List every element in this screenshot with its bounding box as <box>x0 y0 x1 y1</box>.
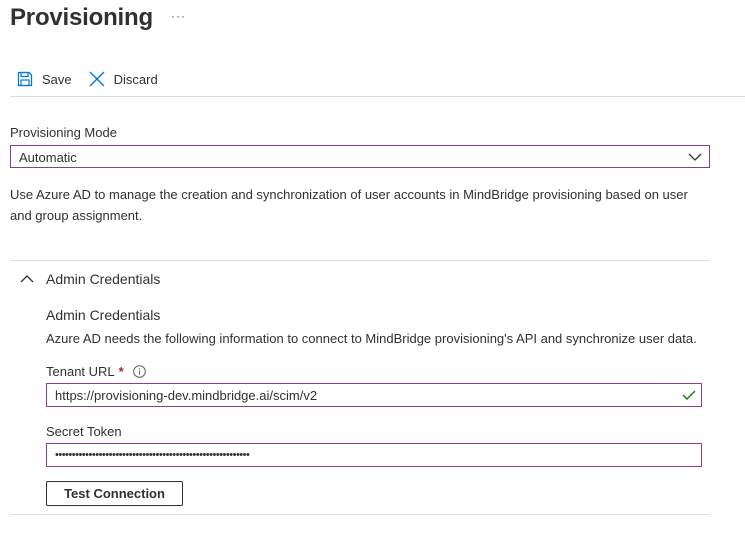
command-bar: Save Discard <box>10 66 164 92</box>
test-connection-button[interactable]: Test Connection <box>46 481 183 506</box>
secret-token-label: Secret Token <box>46 424 122 439</box>
checkmark-icon <box>682 389 696 401</box>
toolbar-divider <box>10 96 745 97</box>
discard-button[interactable]: Discard <box>84 66 164 92</box>
tenant-url-input[interactable] <box>46 383 702 407</box>
save-icon <box>16 70 34 88</box>
close-icon <box>88 70 106 88</box>
admin-credentials-description: Azure AD needs the following information… <box>46 331 697 346</box>
more-options-button[interactable]: ··· <box>171 9 186 23</box>
chevron-down-icon <box>688 151 702 163</box>
section-divider <box>10 514 710 515</box>
save-button[interactable]: Save <box>10 66 78 92</box>
secret-token-input[interactable] <box>46 443 702 467</box>
provisioning-mode-value: Automatic <box>19 150 77 165</box>
required-marker: * <box>118 364 124 379</box>
provisioning-mode-dropdown[interactable]: Automatic <box>10 145 710 168</box>
provisioning-mode-label: Provisioning Mode <box>10 125 117 140</box>
admin-credentials-heading: Admin Credentials <box>46 307 161 323</box>
section-divider <box>10 260 710 261</box>
admin-credentials-section-toggle[interactable]: Admin Credentials <box>20 268 160 290</box>
section-title: Admin Credentials <box>46 271 161 287</box>
save-label: Save <box>42 71 72 87</box>
tenant-url-label-text: Tenant URL <box>46 364 115 379</box>
provisioning-description: Use Azure AD to manage the creation and … <box>10 187 688 223</box>
info-icon[interactable] <box>132 365 146 378</box>
tenant-url-label: Tenant URL * <box>46 364 146 379</box>
chevron-up-icon <box>20 272 34 286</box>
discard-label: Discard <box>113 71 158 87</box>
page-title: Provisioning <box>10 4 153 31</box>
